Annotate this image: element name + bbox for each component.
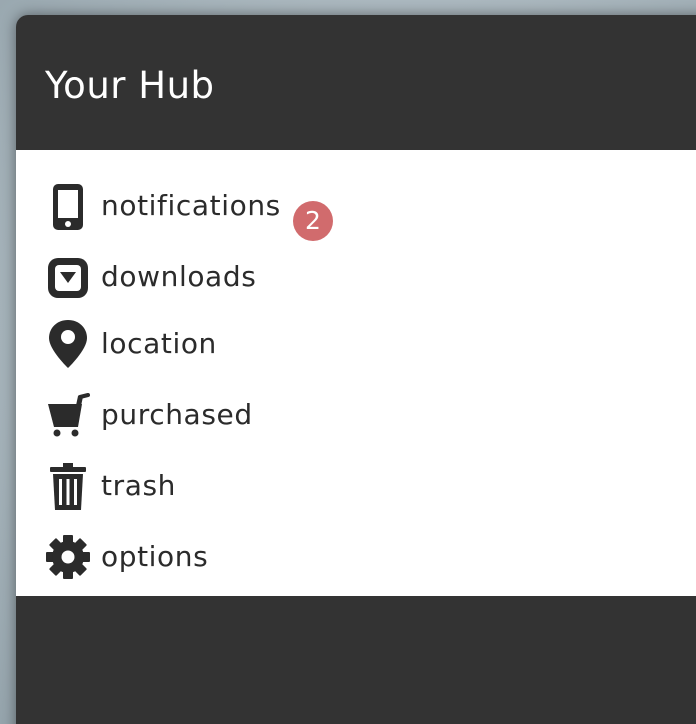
menu-item-trash[interactable]: trash — [16, 456, 696, 516]
phone-icon — [44, 178, 92, 234]
menu-item-purchased[interactable]: purchased — [16, 385, 696, 445]
hub-footer — [16, 596, 696, 724]
menu-item-label: purchased — [101, 398, 253, 431]
map-pin-icon — [44, 316, 92, 372]
menu-item-label: trash — [101, 469, 176, 502]
notification-count-badge: 2 — [293, 201, 333, 241]
shopping-cart-icon — [44, 387, 92, 443]
hub-menu: notifications 2 downloads location purch… — [16, 150, 696, 596]
trash-icon — [44, 458, 92, 514]
menu-item-label: downloads — [101, 260, 257, 293]
menu-item-label: options — [101, 540, 209, 573]
page-title: Your Hub — [45, 64, 215, 107]
hub-panel: Your Hub notifications 2 downloads locat… — [16, 15, 696, 724]
download-box-icon — [44, 249, 92, 305]
menu-item-location[interactable]: location — [16, 314, 696, 374]
menu-item-label: notifications — [101, 189, 281, 222]
menu-item-options[interactable]: options — [16, 527, 696, 587]
menu-item-downloads[interactable]: downloads — [16, 247, 696, 307]
hub-header: Your Hub — [16, 15, 696, 150]
menu-item-notifications[interactable]: notifications 2 — [16, 176, 696, 241]
gear-icon — [44, 529, 92, 585]
menu-item-label: location — [101, 327, 217, 360]
